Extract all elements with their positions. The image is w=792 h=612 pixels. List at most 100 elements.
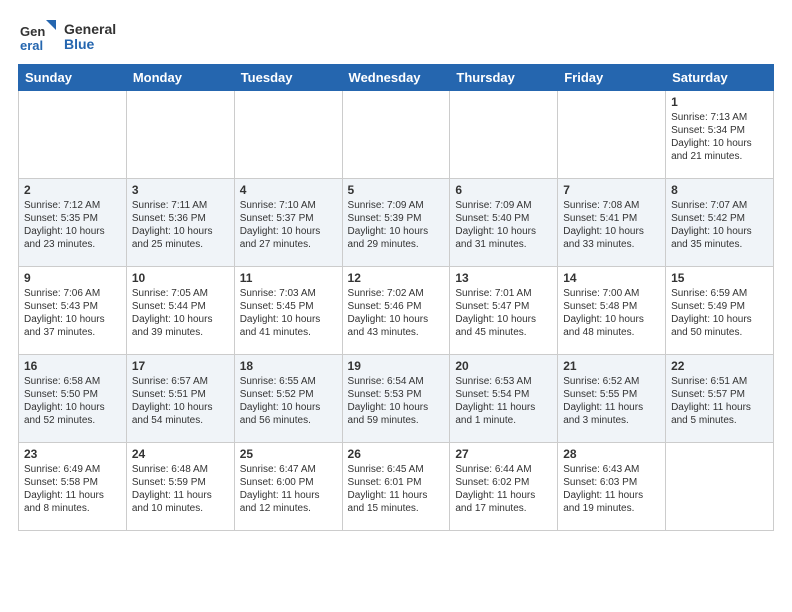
calendar-cell: 10Sunrise: 7:05 AMSunset: 5:44 PMDayligh…	[126, 267, 234, 355]
day-info: Sunset: 5:57 PM	[671, 388, 768, 401]
page: Gen eral General Blue SundayMondayTuesda…	[0, 0, 792, 541]
day-info: Daylight: 10 hours and 52 minutes.	[24, 401, 121, 427]
day-info: Sunrise: 7:08 AM	[563, 199, 660, 212]
day-number: 23	[24, 447, 121, 461]
calendar-cell: 7Sunrise: 7:08 AMSunset: 5:41 PMDaylight…	[558, 179, 666, 267]
day-info: Sunrise: 6:47 AM	[240, 463, 337, 476]
svg-text:Gen: Gen	[20, 24, 45, 39]
day-info: Daylight: 11 hours and 8 minutes.	[24, 489, 121, 515]
day-info: Daylight: 11 hours and 12 minutes.	[240, 489, 337, 515]
day-number: 11	[240, 271, 337, 285]
day-number: 14	[563, 271, 660, 285]
calendar-cell: 27Sunrise: 6:44 AMSunset: 6:02 PMDayligh…	[450, 443, 558, 531]
day-info: Sunset: 5:49 PM	[671, 300, 768, 313]
calendar-cell: 24Sunrise: 6:48 AMSunset: 5:59 PMDayligh…	[126, 443, 234, 531]
day-info: Sunset: 5:48 PM	[563, 300, 660, 313]
day-info: Sunrise: 7:12 AM	[24, 199, 121, 212]
day-info: Daylight: 10 hours and 21 minutes.	[671, 137, 768, 163]
calendar-week-row: 2Sunrise: 7:12 AMSunset: 5:35 PMDaylight…	[19, 179, 774, 267]
day-info: Daylight: 10 hours and 59 minutes.	[348, 401, 445, 427]
day-info: Daylight: 11 hours and 5 minutes.	[671, 401, 768, 427]
day-info: Sunset: 5:35 PM	[24, 212, 121, 225]
day-of-week-header: Wednesday	[342, 65, 450, 91]
calendar-week-row: 1Sunrise: 7:13 AMSunset: 5:34 PMDaylight…	[19, 91, 774, 179]
day-info: Sunrise: 6:45 AM	[348, 463, 445, 476]
day-number: 16	[24, 359, 121, 373]
day-info: Sunrise: 7:06 AM	[24, 287, 121, 300]
day-info: Sunset: 5:53 PM	[348, 388, 445, 401]
day-number: 20	[455, 359, 552, 373]
day-of-week-header: Thursday	[450, 65, 558, 91]
day-info: Sunset: 5:34 PM	[671, 124, 768, 137]
day-of-week-header: Tuesday	[234, 65, 342, 91]
day-number: 5	[348, 183, 445, 197]
day-number: 7	[563, 183, 660, 197]
day-info: Sunrise: 7:02 AM	[348, 287, 445, 300]
day-info: Sunset: 5:58 PM	[24, 476, 121, 489]
day-number: 17	[132, 359, 229, 373]
day-info: Sunset: 5:51 PM	[132, 388, 229, 401]
day-of-week-header: Friday	[558, 65, 666, 91]
calendar-cell: 28Sunrise: 6:43 AMSunset: 6:03 PMDayligh…	[558, 443, 666, 531]
day-info: Sunrise: 6:59 AM	[671, 287, 768, 300]
day-number: 22	[671, 359, 768, 373]
day-number: 3	[132, 183, 229, 197]
day-number: 18	[240, 359, 337, 373]
day-info: Sunset: 5:42 PM	[671, 212, 768, 225]
calendar-table: SundayMondayTuesdayWednesdayThursdayFrid…	[18, 64, 774, 531]
day-info: Sunrise: 7:03 AM	[240, 287, 337, 300]
day-number: 21	[563, 359, 660, 373]
day-info: Sunrise: 6:49 AM	[24, 463, 121, 476]
day-info: Daylight: 11 hours and 19 minutes.	[563, 489, 660, 515]
day-info: Sunrise: 6:58 AM	[24, 375, 121, 388]
day-number: 12	[348, 271, 445, 285]
day-info: Daylight: 10 hours and 23 minutes.	[24, 225, 121, 251]
calendar-cell	[19, 91, 127, 179]
day-info: Sunset: 5:54 PM	[455, 388, 552, 401]
day-info: Daylight: 10 hours and 54 minutes.	[132, 401, 229, 427]
day-info: Sunrise: 6:57 AM	[132, 375, 229, 388]
day-number: 13	[455, 271, 552, 285]
day-info: Daylight: 10 hours and 56 minutes.	[240, 401, 337, 427]
day-info: Sunrise: 6:48 AM	[132, 463, 229, 476]
day-of-week-header: Monday	[126, 65, 234, 91]
day-number: 6	[455, 183, 552, 197]
day-info: Daylight: 10 hours and 35 minutes.	[671, 225, 768, 251]
calendar-week-row: 23Sunrise: 6:49 AMSunset: 5:58 PMDayligh…	[19, 443, 774, 531]
day-info: Sunset: 5:55 PM	[563, 388, 660, 401]
day-info: Sunset: 5:50 PM	[24, 388, 121, 401]
day-info: Sunrise: 6:44 AM	[455, 463, 552, 476]
day-info: Daylight: 10 hours and 43 minutes.	[348, 313, 445, 339]
day-info: Sunrise: 6:43 AM	[563, 463, 660, 476]
calendar-cell: 26Sunrise: 6:45 AMSunset: 6:01 PMDayligh…	[342, 443, 450, 531]
day-info: Sunset: 5:52 PM	[240, 388, 337, 401]
day-info: Sunset: 5:44 PM	[132, 300, 229, 313]
calendar-cell	[342, 91, 450, 179]
calendar-cell: 2Sunrise: 7:12 AMSunset: 5:35 PMDaylight…	[19, 179, 127, 267]
day-info: Sunset: 6:02 PM	[455, 476, 552, 489]
calendar-cell: 9Sunrise: 7:06 AMSunset: 5:43 PMDaylight…	[19, 267, 127, 355]
calendar-cell: 22Sunrise: 6:51 AMSunset: 5:57 PMDayligh…	[666, 355, 774, 443]
calendar-cell: 13Sunrise: 7:01 AMSunset: 5:47 PMDayligh…	[450, 267, 558, 355]
day-info: Sunset: 5:47 PM	[455, 300, 552, 313]
day-number: 24	[132, 447, 229, 461]
day-of-week-header: Saturday	[666, 65, 774, 91]
day-info: Daylight: 10 hours and 48 minutes.	[563, 313, 660, 339]
calendar-week-row: 16Sunrise: 6:58 AMSunset: 5:50 PMDayligh…	[19, 355, 774, 443]
calendar-cell: 14Sunrise: 7:00 AMSunset: 5:48 PMDayligh…	[558, 267, 666, 355]
calendar-cell	[450, 91, 558, 179]
day-info: Daylight: 11 hours and 3 minutes.	[563, 401, 660, 427]
day-info: Daylight: 10 hours and 33 minutes.	[563, 225, 660, 251]
logo-blue: Blue	[64, 37, 116, 52]
calendar-cell	[234, 91, 342, 179]
day-number: 25	[240, 447, 337, 461]
calendar-cell	[126, 91, 234, 179]
calendar-week-row: 9Sunrise: 7:06 AMSunset: 5:43 PMDaylight…	[19, 267, 774, 355]
day-info: Daylight: 11 hours and 15 minutes.	[348, 489, 445, 515]
day-number: 15	[671, 271, 768, 285]
day-info: Sunset: 5:39 PM	[348, 212, 445, 225]
day-info: Daylight: 10 hours and 27 minutes.	[240, 225, 337, 251]
day-info: Daylight: 10 hours and 41 minutes.	[240, 313, 337, 339]
day-info: Sunset: 6:00 PM	[240, 476, 337, 489]
logo-label: General Blue	[64, 22, 116, 53]
